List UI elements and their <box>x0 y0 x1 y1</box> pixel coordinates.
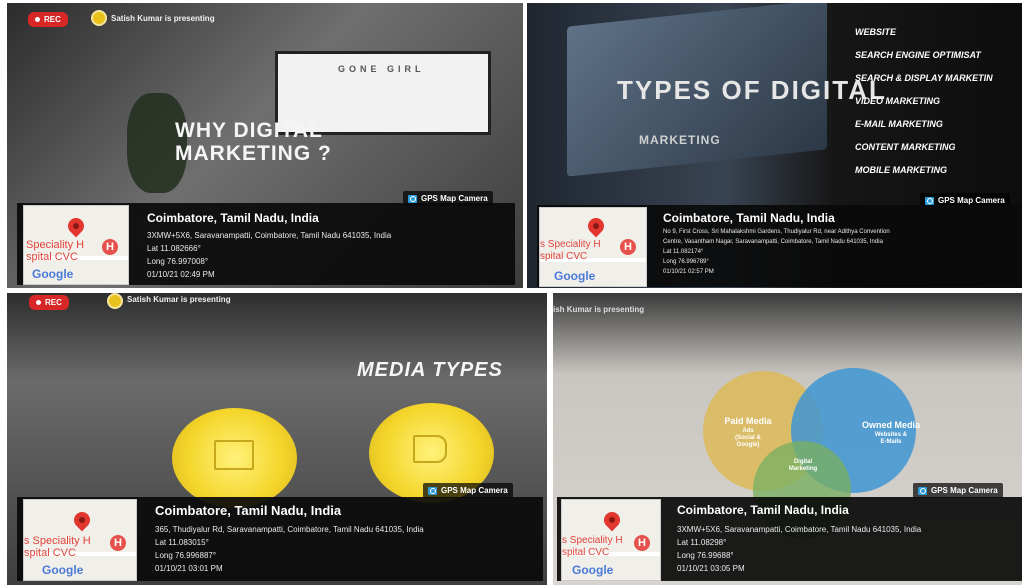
presenter-status: Satish Kumar is presenting <box>111 14 215 23</box>
photo-panel-media-types: REC Satish Kumar is presenting MEDIA TYP… <box>7 293 547 585</box>
hospital-icon: H <box>620 239 636 255</box>
list-item: CONTENT MARKETING <box>855 142 956 152</box>
geotag-info-bar: s Speciality H spital CVC H Google Coimb… <box>17 497 543 581</box>
location-latitude: Lat 11.08298° <box>677 538 727 547</box>
marketing-types-list: WEBSITE SEARCH ENGINE OPTIMISAT SEARCH &… <box>855 21 1018 182</box>
presenter-avatar-icon <box>91 10 107 26</box>
gps-map-camera-badge: GPS Map Camera <box>423 483 513 498</box>
venn-label-digital-marketing: Digital Marketing <box>788 459 818 472</box>
location-title: Coimbatore, Tamil Nadu, India <box>663 211 835 225</box>
location-title: Coimbatore, Tamil Nadu, India <box>147 211 319 225</box>
venn-sub-owned-media: Websites & E-Mails <box>874 432 908 445</box>
location-datetime: 01/10/21 03:05 PM <box>677 564 745 573</box>
google-logo: Google <box>42 563 84 577</box>
monitor-icon <box>214 440 254 470</box>
presenter-status: ish Kumar is presenting <box>553 305 645 314</box>
location-datetime: 01/10/21 02:49 PM <box>147 270 215 279</box>
hospital-icon: H <box>634 535 650 551</box>
gps-badge-label: GPS Map Camera <box>421 194 488 203</box>
location-datetime: 01/10/21 02:57 PM <box>663 269 714 275</box>
list-item: SEARCH & DISPLAY MARKETIN <box>855 73 993 83</box>
map-pin-icon <box>584 214 608 238</box>
location-map: Speciality H spital CVC H Google <box>23 205 129 285</box>
list-item: E-MAIL MARKETING <box>855 119 943 129</box>
camera-icon <box>428 486 437 495</box>
camera-icon <box>925 196 934 205</box>
photo-panel-types-of-digital-marketing: TYPES OF DIGITAL MARKETING WEBSITE SEARC… <box>527 3 1022 288</box>
megaphone-icon <box>413 435 447 463</box>
location-longitude: Long 76.996789° <box>663 259 709 265</box>
gps-map-camera-badge: GPS Map Camera <box>913 483 1003 498</box>
hospital-icon: H <box>110 535 126 551</box>
location-address: 365, Thudiyalur Rd, Saravanampatti, Coim… <box>155 525 424 534</box>
camera-icon <box>918 486 927 495</box>
location-latitude: Lat 11.082174° <box>663 249 704 255</box>
geotag-info-bar: s Speciality H spital CVC H Google Coimb… <box>557 497 1022 581</box>
venn-label-owned-media: Owned Media <box>861 420 920 430</box>
map-hospital-label: s Speciality H spital CVC <box>562 535 623 558</box>
location-longitude: Long 76.997008° <box>147 257 209 266</box>
location-address: 3XMW+5X6, Saravanampatti, Coimbatore, Ta… <box>677 525 922 534</box>
location-latitude: Lat 11.083015° <box>155 538 209 547</box>
map-hospital-label: s Speciality H spital CVC <box>540 239 601 262</box>
map-pin-icon <box>70 508 94 532</box>
photo-panel-why-digital-marketing: REC Satish Kumar is presenting GONE GIRL… <box>7 3 523 288</box>
slide-title: MEDIA TYPES <box>357 359 503 381</box>
gps-badge-label: GPS Map Camera <box>931 486 998 495</box>
location-address-line-1: No 9, First Cross, Sri Mahalakshmi Garde… <box>663 229 890 235</box>
venn-label-paid-media: Paid Media <box>724 416 772 426</box>
camera-icon <box>408 194 417 203</box>
photo-panel-media-venn: ish Kumar is presenting Paid Media Ads (… <box>553 293 1022 585</box>
slide-title: TYPES OF DIGITAL <box>617 75 887 105</box>
google-logo: Google <box>572 563 614 577</box>
location-address: 3XMW+5X6, Saravanampatti, Coimbatore, Ta… <box>147 231 392 240</box>
recording-badge: REC <box>28 12 68 27</box>
presenter-status: Satish Kumar is presenting <box>127 295 231 304</box>
list-item: WEBSITE <box>855 27 897 37</box>
media-circle-left <box>172 408 297 508</box>
google-logo: Google <box>32 267 74 281</box>
gps-badge-label: GPS Map Camera <box>938 196 1005 205</box>
map-pin-icon <box>64 214 88 238</box>
location-map: s Speciality H spital CVC H Google <box>539 207 647 287</box>
recording-badge: REC <box>29 295 69 310</box>
location-datetime: 01/10/21 03:01 PM <box>155 564 223 573</box>
location-map: s Speciality H spital CVC H Google <box>561 499 661 581</box>
list-item: SEARCH ENGINE OPTIMISAT <box>855 50 981 60</box>
location-latitude: Lat 11.082666° <box>147 244 201 253</box>
list-item: MOBILE MARKETING <box>855 165 947 175</box>
geotag-info-bar: Speciality H spital CVC H Google Coimbat… <box>17 203 515 285</box>
map-hospital-label: s Speciality H spital CVC <box>24 535 91 559</box>
map-pin-icon <box>600 508 624 532</box>
venn-sub-paid-media: Ads (Social & Google) <box>735 428 761 448</box>
presenter-avatar-icon <box>107 293 123 309</box>
location-title: Coimbatore, Tamil Nadu, India <box>155 503 342 518</box>
location-address-line-2: Centre, Vasantham Nagar, Saravanampatti,… <box>663 239 883 245</box>
google-logo: Google <box>554 269 596 283</box>
list-item: VIDEO MARKETING <box>855 96 941 106</box>
hospital-icon: H <box>102 239 118 255</box>
location-longitude: Long 76.99688° <box>677 551 734 560</box>
slide-subtitle: MARKETING <box>639 133 721 147</box>
location-longitude: Long 76.996887° <box>155 551 217 560</box>
location-title: Coimbatore, Tamil Nadu, India <box>677 503 849 517</box>
tv-screen-text: GONE GIRL <box>338 64 425 74</box>
gps-badge-label: GPS Map Camera <box>441 486 508 495</box>
geotag-info-bar: s Speciality H spital CVC H Google Coimb… <box>537 205 1022 287</box>
slide-title: WHY DIGITAL MARKETING ? <box>175 119 332 165</box>
map-hospital-label: Speciality H spital CVC <box>26 239 85 263</box>
location-map: s Speciality H spital CVC H Google <box>23 499 137 581</box>
